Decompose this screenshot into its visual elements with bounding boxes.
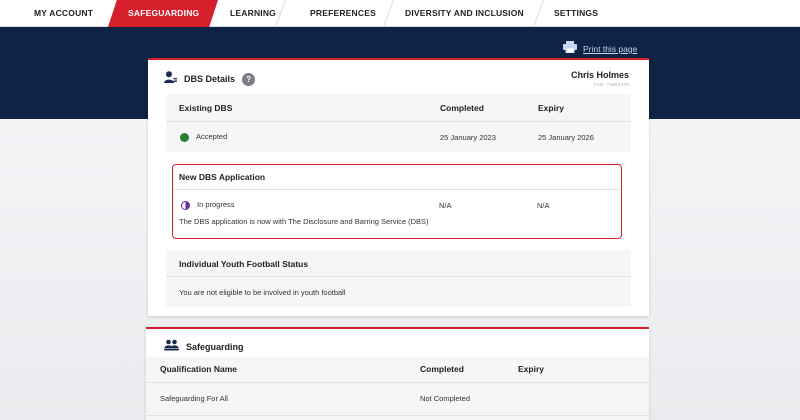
existing-dbs-heading: Existing DBS	[179, 103, 233, 113]
new-dbs-application-panel: New DBS Application In progress N/A N/A …	[172, 164, 622, 239]
new-dbs-application-note: The DBS application is now with The Disc…	[179, 217, 429, 226]
qualifications-table: Qualification Name Completed Expiry Safe…	[146, 357, 649, 420]
new-dbs-application-status: In progress	[181, 200, 235, 210]
dbs-details-header: DBS Details ?	[164, 70, 256, 88]
tab-settings[interactable]: SETTINGS	[554, 0, 598, 27]
tab-divider	[533, 0, 544, 27]
new-dbs-application-status-label: In progress	[197, 200, 235, 209]
tab-divider	[383, 0, 394, 27]
safeguarding-header: Safeguarding	[164, 338, 244, 356]
existing-dbs-expiry: 25 January 2026	[538, 133, 594, 142]
qualification-name-header: Qualification Name	[160, 364, 237, 374]
help-icon[interactable]: ?	[242, 72, 256, 86]
row-divider	[166, 276, 631, 277]
qualification-completed: Not Completed	[420, 394, 471, 403]
user-fan-number: FAN: 74851478	[593, 82, 629, 87]
existing-dbs-status: Accepted	[180, 132, 227, 142]
new-dbs-application-expiry: N/A	[537, 201, 550, 210]
row-divider	[166, 121, 631, 122]
dbs-details-card: DBS Details ? Chris Holmes FAN: 74851478…	[148, 58, 649, 316]
new-dbs-application-heading: New DBS Application	[179, 172, 266, 182]
safeguarding-card: Safeguarding Qualification Name Complete…	[146, 327, 649, 420]
print-page-label: Print this page	[583, 44, 638, 54]
expiry-column-header: Expiry	[518, 364, 544, 374]
row-divider	[146, 415, 649, 416]
user-name: Chris Holmes	[570, 70, 629, 80]
expiry-column-header: Expiry	[538, 103, 564, 113]
in-progress-status-icon	[181, 200, 190, 210]
tab-learning[interactable]: LEARNING	[230, 0, 276, 27]
tab-divider	[275, 0, 286, 27]
tab-my-account[interactable]: MY ACCOUNT	[34, 0, 93, 27]
completed-column-header: Completed	[440, 103, 484, 113]
printer-icon	[563, 40, 577, 58]
tab-safeguarding[interactable]: SAFEGUARDING	[128, 0, 199, 27]
tab-diversity-and-inclusion[interactable]: DIVERSITY AND INCLUSION	[405, 0, 524, 27]
tab-preferences[interactable]: PREFERENCES	[310, 0, 376, 27]
existing-dbs-status-label: Accepted	[196, 132, 228, 141]
group-icon	[164, 338, 179, 356]
youth-football-status-heading: Individual Youth Football Status	[179, 259, 309, 269]
row-divider	[173, 189, 621, 190]
existing-dbs-panel: Existing DBS Completed Expiry Accepted 2…	[166, 94, 631, 152]
existing-dbs-completed: 25 January 2023	[440, 133, 496, 142]
dbs-details-title: DBS Details	[184, 74, 236, 84]
safeguarding-title: Safeguarding	[186, 342, 244, 352]
completed-column-header: Completed	[420, 364, 464, 374]
user-icon	[164, 70, 177, 88]
row-divider	[146, 382, 649, 383]
qualification-name: Safeguarding For All	[160, 394, 228, 403]
accepted-status-icon	[180, 132, 189, 142]
top-navigation: MY ACCOUNT SAFEGUARDING LEARNING PREFERE…	[0, 0, 800, 27]
print-page-link[interactable]: Print this page	[563, 40, 637, 58]
youth-football-status-text: You are not eligible to be involved in y…	[179, 288, 346, 297]
youth-football-status-panel: Individual Youth Football Status You are…	[166, 250, 631, 307]
new-dbs-application-completed: N/A	[439, 201, 452, 210]
